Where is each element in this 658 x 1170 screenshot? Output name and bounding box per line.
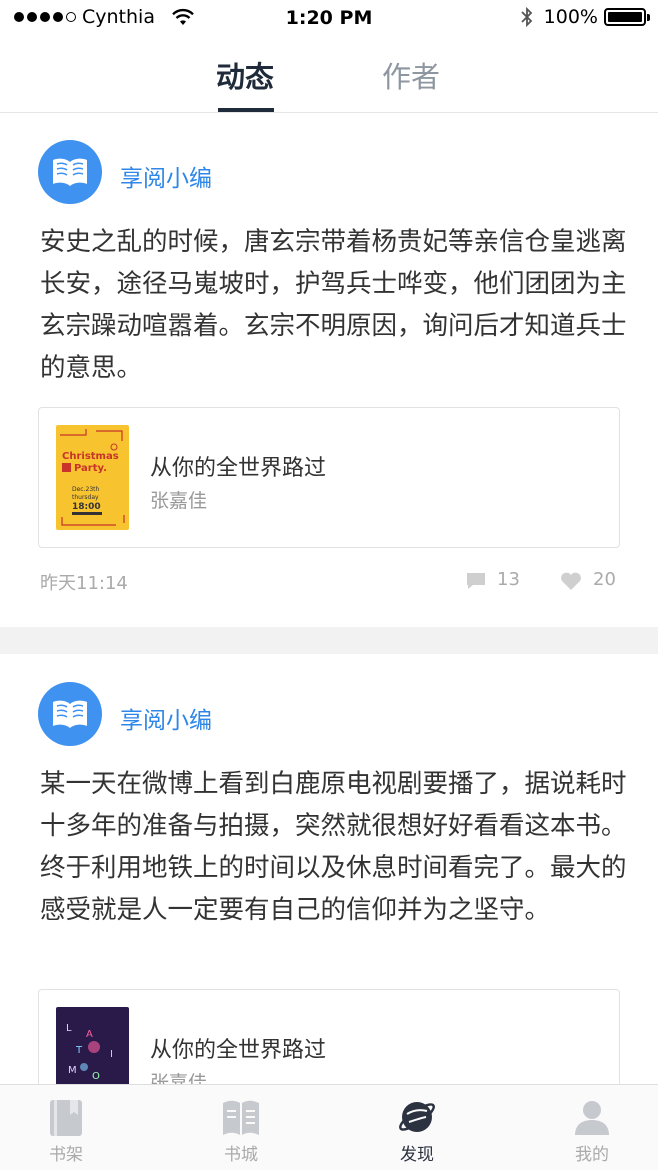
- post-text: 某一天在微博上看到白鹿原电视剧要播了，据说耗时十多年的准备与拍摄，突然就很想好好…: [40, 769, 627, 925]
- bottom-tab-bar: 书架 书城 发现 我的: [0, 1084, 658, 1170]
- tab-label: 书城: [224, 1145, 258, 1165]
- status-bar: Cynthia 1:20 PM 100%: [0, 0, 658, 40]
- book-author: 张嘉佳: [150, 490, 208, 512]
- bookstore-icon: [223, 1100, 259, 1135]
- tab-profile[interactable]: 我的: [532, 1085, 652, 1170]
- avatar[interactable]: [38, 140, 102, 204]
- bookshelf-icon: [50, 1100, 82, 1136]
- tab-label: 我的: [575, 1145, 609, 1165]
- book-title: 从你的全世界路过: [150, 456, 327, 481]
- book-cover: Christmas Party. Dec.23th thursday 18:00: [56, 425, 129, 530]
- tab-dynamic[interactable]: 动态: [216, 54, 274, 96]
- open-book-icon: [53, 158, 87, 186]
- tab-bookshelf[interactable]: 书架: [6, 1085, 126, 1170]
- cover-letter: I: [110, 1049, 113, 1060]
- cover-letter: O: [92, 1071, 100, 1082]
- author-name[interactable]: 享阅小编: [120, 159, 212, 193]
- heart-icon[interactable]: [559, 571, 583, 591]
- tab-bookstore[interactable]: 书城: [181, 1085, 301, 1170]
- tab-discover[interactable]: 发现: [357, 1085, 477, 1170]
- cover-date: Dec.23th: [72, 486, 100, 493]
- like-count: 20: [593, 569, 616, 590]
- bluetooth-icon: [521, 6, 532, 28]
- open-book-icon: [53, 700, 87, 728]
- battery-percent: 100%: [543, 6, 598, 28]
- post-text: 安史之乱的时候，唐玄宗带着杨贵妃等亲信仓皇逃离长安，途径马嵬坡时，护驾兵士哗变，…: [40, 227, 627, 383]
- post-separator: [0, 627, 658, 654]
- cover-hour: 18:00: [72, 502, 101, 512]
- comment-count: 13: [497, 569, 520, 590]
- christmas-party-cover-image: Christmas Party. Dec.23th thursday 18:00: [60, 429, 125, 526]
- profile-icon: [575, 1101, 609, 1135]
- cover-letter: L: [66, 1023, 72, 1034]
- feed-post[interactable]: 享阅小编 安史之乱的时候，唐玄宗带着杨贵妃等亲信仓皇逃离长安，途径马嵬坡时，护驾…: [0, 113, 658, 627]
- book-card[interactable]: Christmas Party. Dec.23th thursday 18:00…: [38, 407, 620, 548]
- author-name[interactable]: 享阅小编: [120, 701, 212, 735]
- cover-letter: M: [68, 1065, 77, 1076]
- latimo-cover-image: L A T I M O: [66, 1023, 113, 1082]
- status-right: 100%: [520, 6, 650, 28]
- top-tab-bar: 动态 作者: [0, 40, 658, 113]
- book-title: 从你的全世界路过: [150, 1038, 327, 1063]
- tab-author[interactable]: 作者: [382, 54, 440, 96]
- book-card[interactable]: L A T I M O 从你的全世界路过 张嘉佳: [38, 989, 620, 1084]
- comment-icon[interactable]: [465, 571, 487, 591]
- post-timestamp: 昨天11:14: [40, 573, 128, 594]
- planet-icon: [399, 1102, 435, 1132]
- cover-letter: T: [75, 1045, 83, 1056]
- feed-post[interactable]: 享阅小编 某一天在微博上看到白鹿原电视剧要播了，据说耗时十多年的准备与拍摄，突然…: [0, 654, 658, 1084]
- book-author: 张嘉佳: [150, 1072, 208, 1084]
- cover-weekday: thursday: [72, 494, 99, 501]
- active-tab-indicator: [218, 108, 274, 112]
- tab-label: 发现: [400, 1145, 434, 1165]
- post-meta: 昨天11:14 13 20: [40, 569, 620, 599]
- cover-word-christmas: Christmas: [62, 451, 119, 462]
- cover-letter: A: [86, 1029, 93, 1040]
- avatar[interactable]: [38, 682, 102, 746]
- book-cover: L A T I M O: [56, 1007, 129, 1084]
- cover-word-party: Party.: [74, 463, 107, 474]
- battery-fill: [608, 12, 642, 22]
- battery-icon: [604, 8, 650, 26]
- tab-label: 书架: [49, 1145, 83, 1165]
